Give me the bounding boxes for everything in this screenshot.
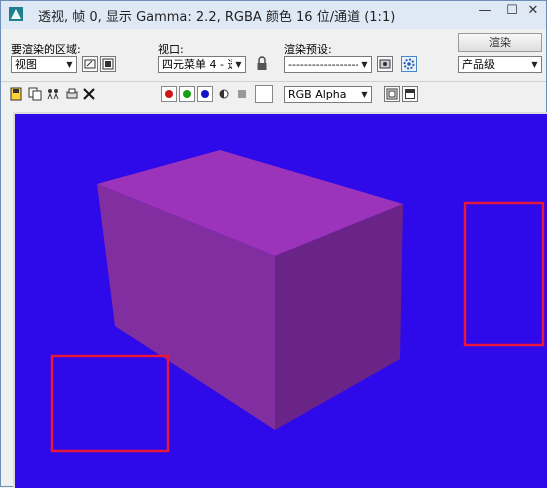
print-image-button[interactable] (65, 87, 79, 101)
clone-frame-button[interactable] (46, 87, 60, 101)
lock-icon (257, 56, 267, 70)
chevron-down-icon: ▼ (232, 57, 245, 72)
area-to-render-label: 要渲染的区域: (11, 43, 81, 56)
clear-image-button[interactable] (82, 87, 96, 101)
annotation-box-left (50, 354, 170, 453)
red-channel-icon (165, 90, 173, 98)
print-icon (66, 88, 78, 99)
render-quality-select[interactable]: 产品级 ▼ (458, 56, 542, 73)
annotation-box-right (463, 201, 545, 347)
color-swatch[interactable] (255, 85, 273, 103)
alpha-icon (219, 89, 229, 99)
render-preset-select[interactable]: ------------------------ ▼ (284, 56, 372, 73)
window-title: 透视, 帧 0, 显示 Gamma: 2.2, RGBA 颜色 16 位/通道 … (38, 10, 396, 25)
gear-icon (403, 58, 415, 70)
red-channel-toggle[interactable] (161, 86, 177, 102)
3dsmax-app-icon (9, 7, 23, 21)
save-image-button[interactable] (9, 87, 23, 101)
chevron-down-icon: ▼ (63, 57, 76, 72)
toolbar-separator (1, 81, 546, 82)
rendered-scene (50, 150, 545, 453)
clone-icon (47, 89, 59, 100)
area-to-render-select[interactable]: 视图 ▼ (11, 56, 77, 73)
monochrome-toggle[interactable] (235, 87, 249, 101)
copy-image-button[interactable] (28, 87, 42, 101)
minimize-button[interactable]: — (471, 1, 499, 23)
edit-region-icon (84, 59, 96, 69)
rendered-image-viewport[interactable] (15, 114, 547, 488)
green-channel-icon (183, 90, 191, 98)
render-preset-label: 渲染预设: (284, 43, 332, 56)
chevron-down-icon: ▼ (528, 57, 541, 72)
window-panel-icon (405, 89, 415, 99)
auto-region-icon (102, 58, 114, 70)
copy-icon (28, 87, 42, 101)
render-setup-icon (379, 59, 391, 69)
render-button[interactable]: 渲染 (458, 33, 542, 52)
edit-region-button[interactable] (82, 56, 98, 72)
alpha-channel-toggle[interactable] (217, 87, 231, 101)
area-to-render-value: 视图 (15, 58, 37, 71)
blue-channel-toggle[interactable] (197, 86, 213, 102)
title-bar: 透视, 帧 0, 显示 Gamma: 2.2, RGBA 颜色 16 位/通道 … (1, 1, 546, 29)
toggle-ui-button[interactable] (402, 86, 418, 102)
auto-region-button[interactable] (100, 56, 116, 72)
display-channel-value: RGB Alpha (288, 88, 347, 101)
overlay-icon (386, 88, 398, 100)
chevron-down-icon: ▼ (358, 57, 371, 72)
render-quality-value: 产品级 (462, 58, 495, 71)
environment-button[interactable] (401, 56, 417, 72)
green-channel-toggle[interactable] (179, 86, 195, 102)
save-icon (10, 87, 22, 101)
viewport-select[interactable]: 四元菜单 4 - 透视 ▼ (158, 56, 246, 73)
lock-viewport-button[interactable] (255, 56, 271, 72)
render-frame-window: 透视, 帧 0, 显示 Gamma: 2.2, RGBA 颜色 16 位/通道 … (0, 0, 547, 488)
close-button[interactable]: ✕ (522, 1, 544, 23)
viewport-label: 视口: (158, 43, 184, 56)
render-setup-button[interactable] (377, 56, 393, 72)
display-channel-select[interactable]: RGB Alpha ▼ (284, 86, 372, 103)
chevron-down-icon: ▼ (358, 87, 371, 102)
monochrome-icon (238, 90, 246, 98)
clear-x-icon (83, 88, 95, 100)
blue-channel-icon (201, 90, 209, 98)
toggle-ui-overlay-button[interactable] (384, 86, 400, 102)
